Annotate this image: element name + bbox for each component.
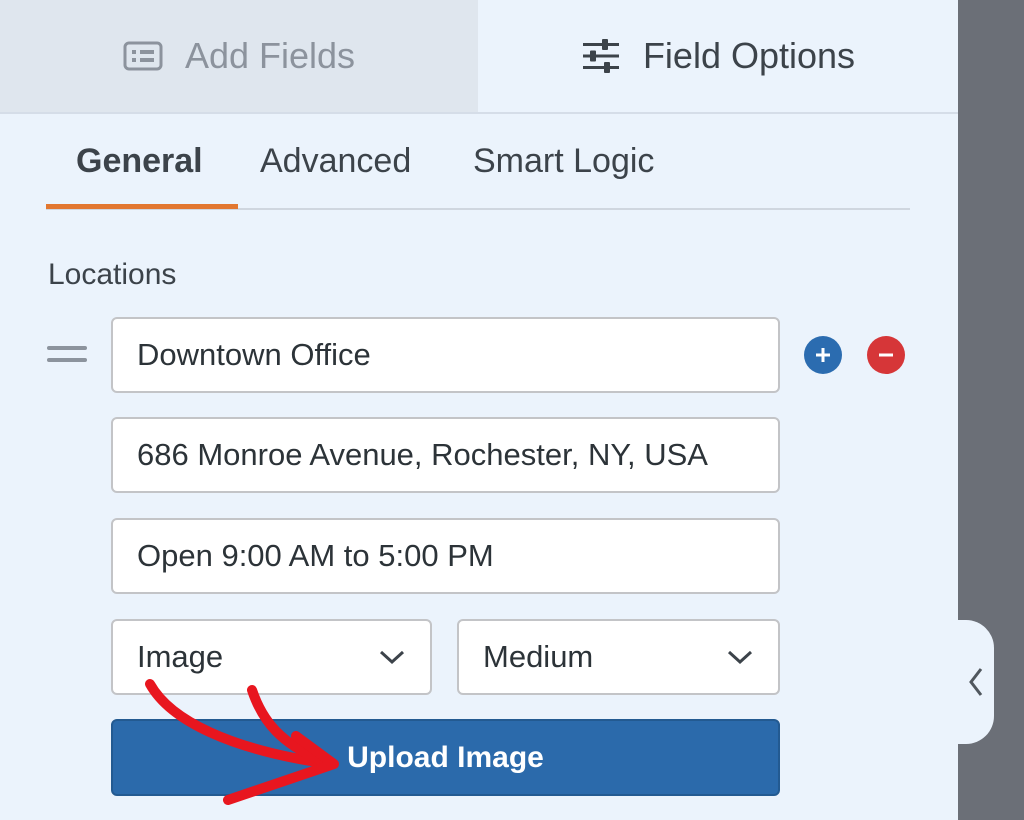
tab-general[interactable]: General — [76, 142, 203, 181]
location-name-input[interactable]: Downtown Office — [111, 317, 780, 393]
tab-add-fields[interactable]: Add Fields — [0, 0, 478, 112]
minus-circle-icon — [879, 353, 893, 357]
media-type-select[interactable]: Image — [111, 619, 432, 695]
chevron-down-icon — [379, 650, 405, 665]
drag-handle-icon[interactable] — [47, 346, 87, 366]
upload-image-button[interactable]: Upload Image — [111, 719, 780, 796]
drag-handle-bar — [47, 346, 87, 350]
add-location-button[interactable] — [804, 336, 842, 374]
locations-label: Locations — [48, 258, 177, 291]
image-size-select[interactable]: Medium — [457, 619, 780, 695]
field-options-panel: Add Fields Field Options General Advance… — [0, 0, 958, 820]
top-tabs: Add Fields Field Options — [0, 0, 958, 114]
drag-handle-bar — [47, 358, 87, 362]
remove-location-button[interactable] — [867, 336, 905, 374]
tab-advanced[interactable]: Advanced — [260, 142, 411, 181]
media-type-value: Image — [137, 639, 224, 674]
active-tab-underline — [46, 204, 238, 209]
chevron-down-icon — [727, 650, 753, 665]
collapse-panel-button[interactable] — [958, 620, 994, 744]
tab-field-options-label: Field Options — [642, 35, 856, 76]
sliders-icon — [582, 39, 619, 73]
chevron-left-icon — [969, 668, 983, 696]
plus-circle-icon — [816, 348, 830, 362]
list-form-icon — [123, 41, 163, 71]
tab-add-fields-label: Add Fields — [184, 35, 356, 76]
location-hours-input[interactable]: Open 9:00 AM to 5:00 PM — [111, 518, 780, 594]
tab-field-options[interactable]: Field Options — [478, 0, 958, 112]
location-address-input[interactable]: 686 Monroe Avenue, Rochester, NY, USA — [111, 417, 780, 493]
image-size-value: Medium — [483, 639, 594, 674]
tab-smart-logic[interactable]: Smart Logic — [473, 142, 654, 181]
sub-tabs: General Advanced Smart Logic — [46, 114, 910, 210]
